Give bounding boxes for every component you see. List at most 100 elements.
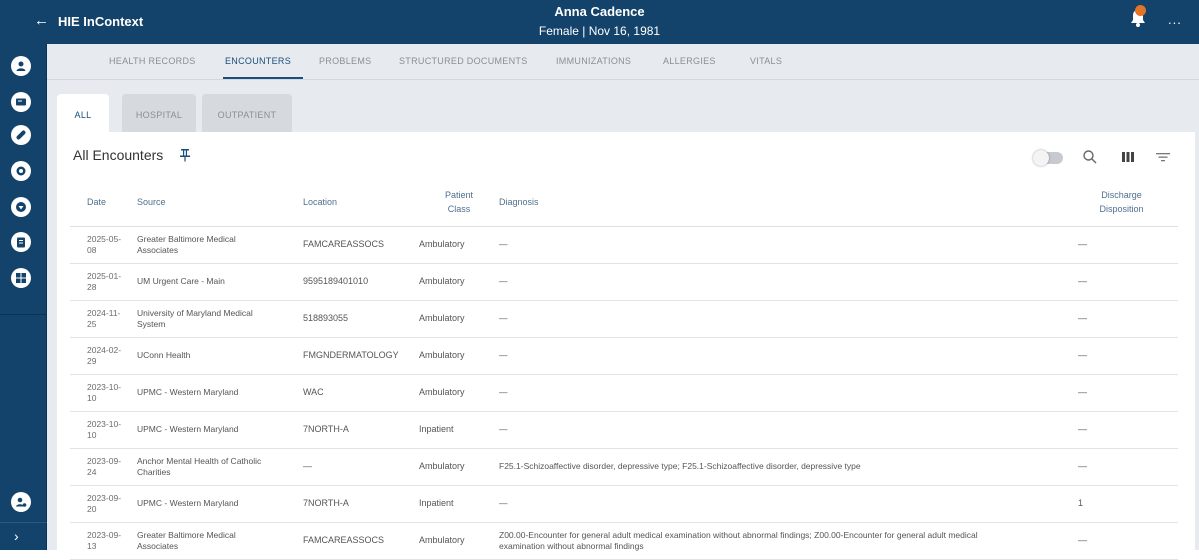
pin-icon[interactable] (179, 148, 191, 162)
columns-icon[interactable] (1120, 149, 1136, 165)
column-header-discharge-disposition[interactable]: Discharge Disposition (1065, 178, 1178, 227)
subtab-outpatient[interactable]: OUTPATIENT (202, 94, 292, 132)
care-icon[interactable] (11, 197, 31, 217)
cell-patient-class: Ambulatory (419, 263, 499, 301)
patient-icon[interactable] (11, 56, 31, 76)
date-part: 10 (87, 392, 97, 403)
cell-source: UM Urgent Care - Main (137, 263, 303, 301)
table-row[interactable]: 2025-01- 28 UM Urgent Care - Main 959518940… (70, 263, 1178, 301)
subtab-hospital[interactable]: HOSPITAL (122, 94, 196, 132)
date-part: 2023-10- (87, 381, 122, 392)
table-row[interactable]: 2025-05- 08 Greater Baltimore Medical Asso… (70, 226, 1178, 264)
more-icon[interactable]: ... (1168, 12, 1182, 27)
date-part: 2023-09- (87, 455, 122, 466)
column-header-source[interactable]: Source (137, 178, 303, 227)
dashboard-icon[interactable] (11, 268, 31, 288)
cell-discharge-disposition: — (1065, 337, 1178, 375)
cell-source: UPMC - Western Maryland (137, 374, 303, 412)
sidebar-bottom-divider (0, 522, 47, 523)
header-label: Discharge (1101, 189, 1142, 200)
user-settings-icon[interactable] (11, 492, 31, 512)
toggle-switch[interactable] (1033, 150, 1063, 166)
cell-discharge-disposition: — (1065, 263, 1178, 301)
cell-discharge-disposition: — (1065, 300, 1178, 338)
column-header-diagnosis[interactable]: Diagnosis (499, 178, 1065, 227)
cell-diagnosis: — (499, 337, 1065, 375)
filter-icon[interactable] (1155, 149, 1171, 165)
cell-diagnosis: — (499, 226, 1065, 264)
cell-discharge-disposition: — (1065, 448, 1178, 486)
notification-badge (1135, 5, 1146, 16)
date-part: 13 (87, 540, 97, 551)
cell-date: 2025-01- 28 (70, 263, 137, 301)
table-row[interactable]: 2024-11- 25 University of Maryland Medical… (70, 300, 1178, 338)
table-row[interactable]: 2023-10- 10 UPMC - Western Maryland 7NORTH-… (70, 411, 1178, 449)
cell-date: 2025-05- 08 (70, 226, 137, 264)
app-header: ← HIE InContext Anna Cadence Female | No… (0, 0, 1199, 44)
table-row[interactable]: 2024-02- 29 UConn Health FMGNDERMATOLOGY Amb… (70, 337, 1178, 375)
cell-patient-class: Inpatient (419, 411, 499, 449)
cell-source: Anchor Mental Health of Catholic Chariti… (137, 448, 303, 486)
cell-date: 2023-10- 10 (70, 411, 137, 449)
table-row[interactable]: 2023-10- 10 UPMC - Western Maryland WAC Ambu… (70, 374, 1178, 412)
date-part: 28 (87, 281, 97, 292)
date-part: 25 (87, 318, 97, 329)
date-part: 2023-09- (87, 492, 122, 503)
cell-location: FMGNDERMATOLOGY (303, 337, 419, 375)
cell-patient-class: Ambulatory (419, 337, 499, 375)
tab-immunizations[interactable]: IMMUNIZATIONS (556, 56, 631, 66)
cell-source: University of Maryland Medical System (137, 300, 303, 338)
column-header-patient-class[interactable]: Patient Class (419, 178, 499, 227)
tab-allergies[interactable]: ALLERGIES (663, 56, 716, 66)
header-label: Patient (444, 189, 474, 200)
cell-date: 2024-11- 25 (70, 300, 137, 338)
tab-encounters[interactable]: ENCOUNTERS (225, 56, 291, 66)
cell-source: UPMC - Western Maryland (137, 485, 303, 523)
subtab-all[interactable]: ALL (57, 94, 109, 132)
clipboard-icon[interactable] (11, 232, 31, 252)
date-part: 24 (87, 466, 97, 477)
cell-diagnosis: Z00.00-Encounter for general adult medic… (499, 522, 1065, 560)
tab-structured-documents[interactable]: STRUCTURED DOCUMENTS (399, 56, 528, 66)
cell-patient-class: Ambulatory (419, 226, 499, 264)
tab-health-records[interactable]: HEALTH RECORDS (109, 56, 196, 66)
header-label: Disposition (1099, 203, 1144, 214)
search-icon[interactable] (1082, 149, 1098, 165)
cell-diagnosis: — (499, 300, 1065, 338)
cell-source: Greater Baltimore Medical Associates (137, 226, 303, 264)
content-area: ALL HOSPITAL OUTPATIENT All Encounters D… (47, 80, 1199, 560)
table-row[interactable]: 2023-09- 24 Anchor Mental Health of Cathol… (70, 448, 1178, 486)
table-header-row: Date Source Location Patient Class Diagno… (70, 178, 1178, 227)
cell-patient-class: Ambulatory (419, 448, 499, 486)
date-part: 29 (87, 355, 97, 366)
date-part: 2025-05- (87, 233, 122, 244)
date-part: 08 (87, 244, 97, 255)
tab-problems[interactable]: PROBLEMS (319, 56, 371, 66)
table-row[interactable]: 2023-09- 13 Greater Baltimore Medical Asso… (70, 522, 1178, 560)
tab-vitals[interactable]: VITALS (750, 56, 782, 66)
column-header-location[interactable]: Location (303, 178, 419, 227)
cell-location: FAMCAREASSOCS (303, 226, 419, 264)
chevron-right-icon[interactable]: › (14, 528, 19, 544)
medication-icon[interactable] (11, 125, 31, 145)
cell-location: 518893055 (303, 300, 419, 338)
sidebar-divider (0, 314, 47, 315)
date-part: 2024-11- (87, 307, 121, 318)
cell-patient-class: Ambulatory (419, 300, 499, 338)
date-part: 10 (87, 429, 97, 440)
cell-location: WAC (303, 374, 419, 412)
section-tabs: HEALTH RECORDS ENCOUNTERS PROBLEMS STRUC… (47, 44, 1199, 80)
cell-diagnosis: — (499, 485, 1065, 523)
table-row[interactable]: 2023-09- 20 UPMC - Western Maryland 7NORTH-… (70, 485, 1178, 523)
lab-icon[interactable] (11, 161, 31, 181)
cell-patient-class: Ambulatory (419, 374, 499, 412)
encounters-table: Date Source Location Patient Class Diagno… (70, 178, 1178, 560)
cell-diagnosis: — (499, 374, 1065, 412)
date-part: 2024-02- (87, 344, 122, 355)
records-icon[interactable] (11, 92, 31, 112)
cell-source: UPMC - Western Maryland (137, 411, 303, 449)
cell-diagnosis: — (499, 411, 1065, 449)
cell-discharge-disposition: — (1065, 226, 1178, 264)
cell-discharge-disposition: — (1065, 411, 1178, 449)
column-header-date[interactable]: Date (70, 178, 137, 227)
